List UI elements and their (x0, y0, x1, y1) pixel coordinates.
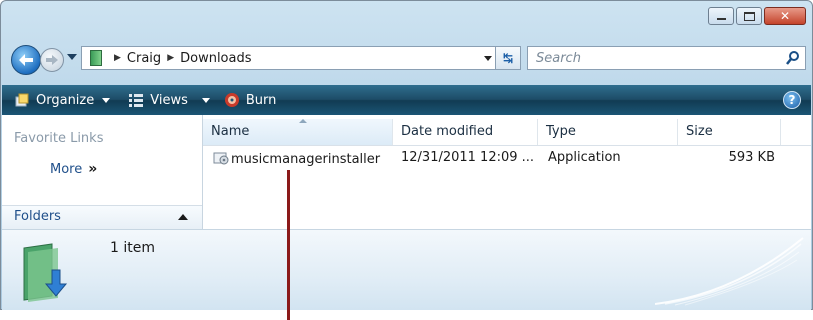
folder-icon (90, 50, 102, 66)
chevron-up-icon (178, 214, 188, 220)
column-header-name[interactable]: Name (203, 119, 393, 145)
back-button[interactable] (11, 45, 41, 75)
navigation-row: ▶ Craig ▶ Downloads ↹ Search (11, 45, 806, 75)
explorer-window: ✕ ▶ Craig ▶ Downloads ↹ Search Organize (0, 0, 813, 310)
decorative-swoosh (655, 237, 804, 306)
file-list: Name Date modified Type Size musicmanage… (203, 115, 811, 229)
organize-button[interactable]: Organize (14, 92, 111, 108)
organize-label: Organize (36, 92, 95, 108)
maximize-button[interactable] (736, 7, 762, 25)
file-size: 593 KB (728, 150, 775, 165)
more-link[interactable]: More » (50, 161, 97, 177)
breadcrumb-separator-icon: ▶ (114, 53, 121, 63)
close-icon: ✕ (779, 9, 791, 23)
column-header-date[interactable]: Date modified (393, 119, 538, 145)
address-bar[interactable]: ▶ Craig ▶ Downloads ↹ (81, 46, 521, 70)
back-arrow-icon (19, 54, 33, 66)
column-header-name-label: Name (211, 124, 250, 139)
forward-arrow-icon (46, 55, 58, 65)
column-headers: Name Date modified Type Size (203, 119, 811, 146)
details-pane: 1 item (2, 229, 811, 310)
help-icon: ? (788, 93, 796, 107)
file-name-cell[interactable]: musicmanagerinstaller (213, 150, 380, 167)
search-input[interactable]: Search (527, 46, 806, 70)
close-button[interactable]: ✕ (764, 7, 806, 25)
application-icon (213, 152, 229, 165)
sort-ascending-icon (299, 119, 307, 123)
folders-label: Folders (14, 209, 61, 224)
double-chevron-right-icon: » (88, 161, 98, 177)
help-button[interactable]: ? (783, 91, 801, 109)
column-header-type[interactable]: Type (538, 119, 678, 145)
search-placeholder: Search (536, 51, 581, 66)
organize-icon (15, 93, 29, 107)
folders-toggle[interactable]: Folders (2, 205, 202, 230)
command-toolbar: Organize Views Burn ? (2, 85, 811, 115)
breadcrumb-craig[interactable]: Craig (127, 51, 161, 66)
minimize-button[interactable] (708, 7, 734, 25)
refresh-icon: ↹ (502, 51, 514, 65)
file-date: 12/31/2011 12:09 ... (401, 150, 535, 165)
views-button[interactable]: Views (128, 92, 210, 108)
burn-disc-icon (224, 93, 239, 107)
callout-pointer-line (287, 170, 290, 320)
more-label: More (50, 162, 83, 177)
item-count: 1 item (110, 240, 155, 256)
recent-pages-dropdown[interactable] (67, 54, 77, 60)
refresh-button[interactable]: ↹ (495, 47, 520, 69)
burn-button[interactable]: Burn (224, 92, 277, 108)
file-name: musicmanagerinstaller (231, 152, 381, 167)
navigation-pane: Favorite Links More » Folders (2, 115, 203, 230)
burn-label: Burn (245, 92, 277, 108)
caption-buttons: ✕ (706, 7, 806, 25)
download-folder-icon (23, 243, 68, 302)
file-type: Application (548, 150, 621, 165)
search-icon[interactable] (785, 50, 801, 66)
chevron-down-icon (201, 97, 210, 103)
column-header-type-label: Type (546, 124, 576, 139)
breadcrumb-separator-icon: ▶ (167, 53, 175, 63)
column-header-size[interactable]: Size (678, 119, 781, 145)
column-header-size-label: Size (686, 124, 713, 139)
forward-button[interactable] (40, 48, 64, 72)
table-row[interactable]: musicmanagerinstaller 12/31/2011 12:09 .… (203, 147, 811, 169)
views-label: Views (150, 92, 188, 108)
address-dropdown-icon[interactable] (484, 56, 492, 61)
breadcrumb-downloads[interactable]: Downloads (180, 51, 251, 66)
minimize-icon (716, 17, 726, 20)
views-icon (129, 94, 144, 107)
maximize-icon (743, 11, 755, 21)
favorite-links-heading: Favorite Links (14, 131, 104, 146)
chevron-down-icon (102, 97, 111, 103)
column-header-date-label: Date modified (401, 124, 494, 139)
